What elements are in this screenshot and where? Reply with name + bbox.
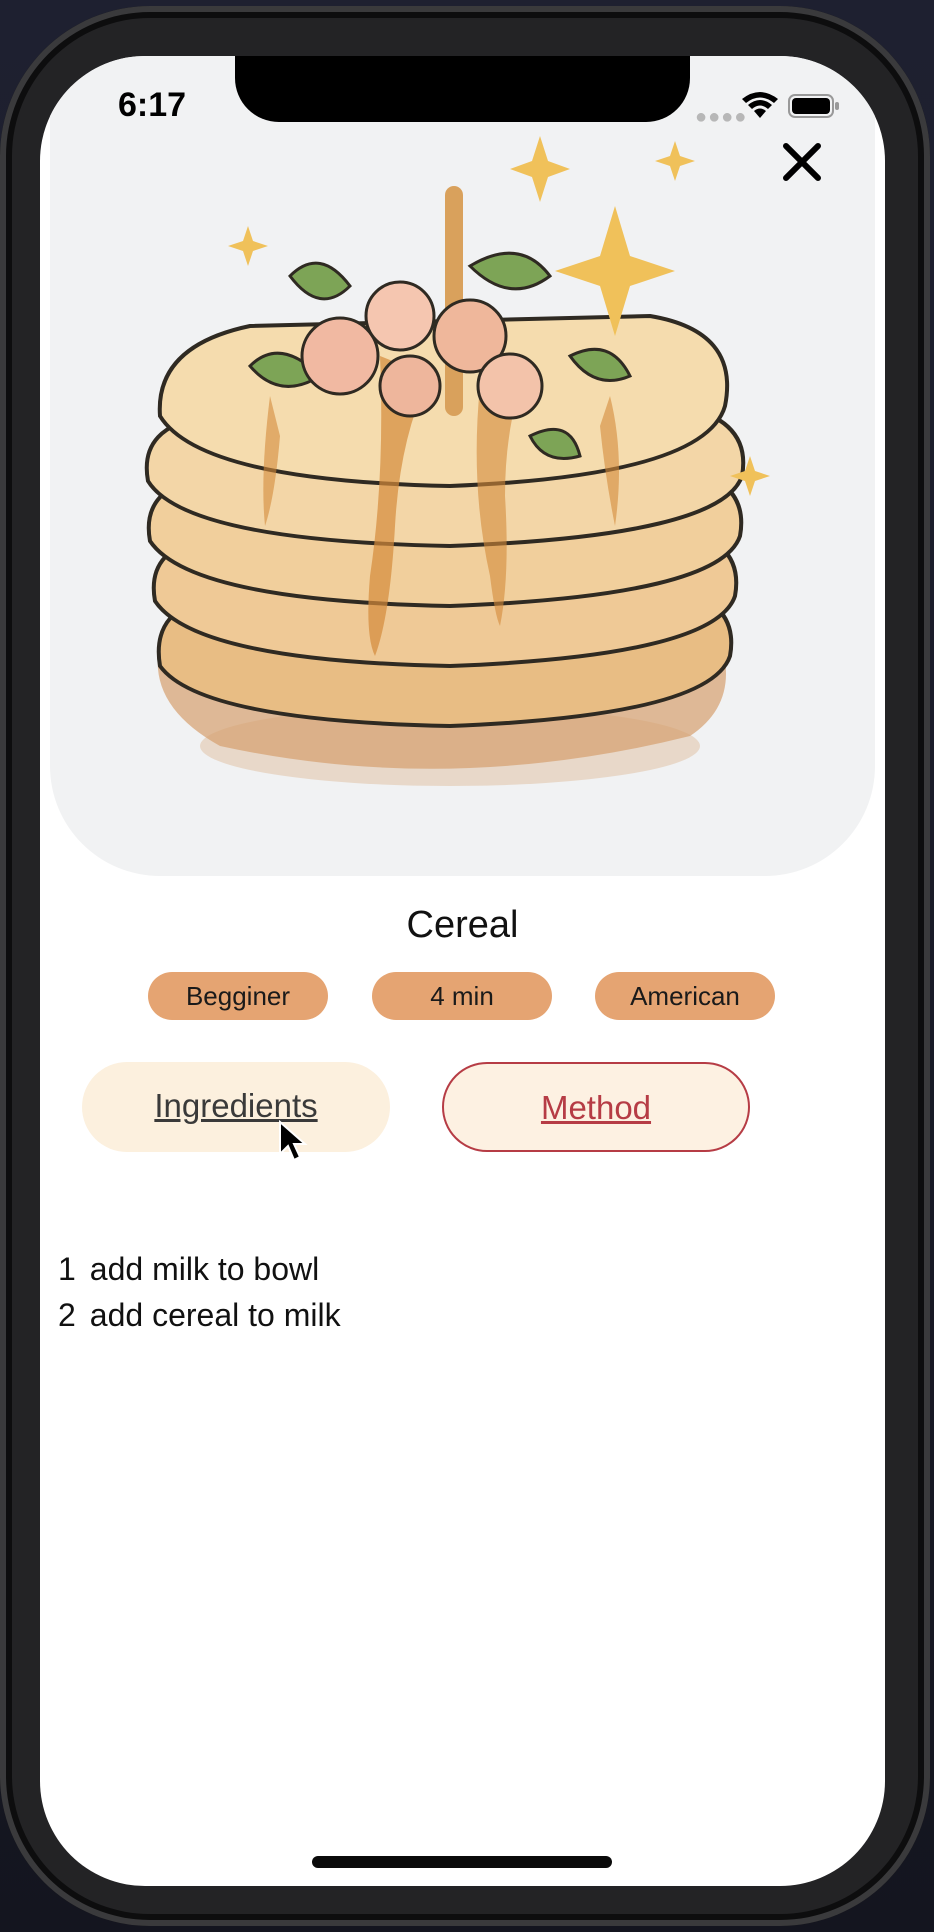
step-text: add cereal to milk [89, 1297, 341, 1333]
status-time: 6:17 [118, 86, 187, 124]
time-tag: 4 min [372, 972, 552, 1020]
app-screen: 6:17 ●●●● Cereal Begginer 4 min American… [40, 56, 885, 1886]
method-step: 1 add milk to bowl [58, 1246, 341, 1292]
home-indicator[interactable] [312, 1856, 612, 1868]
method-steps-list: 1 add milk to bowl 2 add cereal to milk [58, 1246, 341, 1338]
cuisine-tag: American [595, 972, 775, 1020]
step-number: 2 [58, 1297, 76, 1333]
recipe-title: Cereal [406, 904, 519, 946]
difficulty-tag: Begginer [148, 972, 328, 1020]
battery-icon [788, 94, 839, 118]
close-icon[interactable] [780, 140, 824, 184]
pancake-image [144, 136, 770, 786]
step-text: add milk to bowl [89, 1251, 320, 1287]
notch [235, 56, 690, 122]
tab-method[interactable]: Method [442, 1062, 750, 1152]
wifi-icon [742, 92, 778, 118]
tab-ingredients[interactable]: Ingredients [82, 1062, 390, 1152]
method-step: 2 add cereal to milk [58, 1292, 341, 1338]
recipe-image [50, 56, 875, 876]
step-number: 1 [58, 1251, 76, 1287]
cursor-icon [279, 1120, 308, 1162]
phone-frame: 6:17 ●●●● Cereal Begginer 4 min American… [0, 6, 930, 1926]
